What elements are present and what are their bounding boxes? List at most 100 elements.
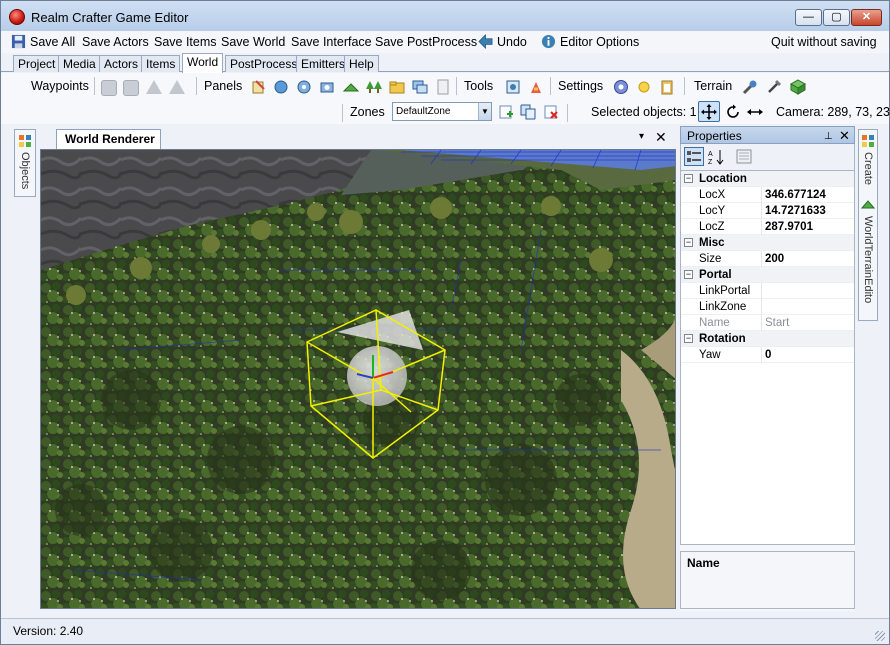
terrain-brush-icon[interactable] [742,79,758,95]
properties-close-icon[interactable]: ✕ [839,127,850,145]
collapse-icon[interactable]: − [684,174,693,183]
sort-alphabetical-icon[interactable]: AZ [708,149,726,165]
tab-media[interactable]: Media [58,55,101,72]
collapse-icon[interactable]: − [684,238,693,247]
waypoint-link-icon[interactable] [146,80,162,94]
world-toolbar: Waypoints Panels Tools Settings Terrain [1,73,889,100]
tab-items[interactable]: Items [141,55,181,72]
property-value[interactable]: 346.677124 [765,187,826,203]
categorized-view-button[interactable] [684,147,704,166]
property-row[interactable]: Size 200 [681,251,854,267]
property-value[interactable]: 0 [765,347,771,363]
settings-gear-icon[interactable] [613,79,629,95]
svg-text:Z: Z [708,159,713,165]
terrain-label: Terrain [694,79,733,93]
property-row[interactable]: LocX 346.677124 [681,187,854,203]
panel-trees-icon[interactable] [366,79,382,95]
panel-camera-icon[interactable] [319,79,335,95]
properties-panel: Properties ⊥ ✕ AZ − Location LocX 346.67712… [680,126,855,611]
add-zone-icon[interactable] [498,104,514,120]
objects-panel-tab[interactable]: Objects [14,129,36,197]
create-tab[interactable]: Create [862,152,874,185]
column-divider [761,251,762,267]
rotate-gizmo-icon[interactable] [725,104,741,120]
panel-terrain-icon[interactable] [343,79,359,95]
tab-emitters[interactable]: Emitters [296,55,351,72]
delete-zone-icon[interactable] [543,104,559,120]
save-interface-button[interactable]: Save Interface [291,33,372,51]
property-row[interactable]: LocZ 287.9701 [681,219,854,235]
panel-folder-icon[interactable] [389,79,405,95]
collapse-icon[interactable]: − [684,270,693,279]
property-row[interactable]: Yaw 0 [681,347,854,363]
undo-button[interactable]: Undo [478,33,527,51]
property-value[interactable]: Start [765,315,789,331]
toolbar-separator [567,104,568,122]
minimize-button[interactable]: — [795,9,822,26]
terrain-cube-icon[interactable] [790,79,806,95]
maximize-button[interactable]: ▢ [823,9,850,26]
close-window-button[interactable]: ✕ [851,9,882,26]
property-value[interactable]: 14.7271633 [765,203,826,219]
world-renderer-tab[interactable]: World Renderer [56,129,161,149]
waypoint-unlink-icon[interactable] [169,80,185,94]
terrain-tool-icon[interactable] [766,79,782,95]
tab-help[interactable]: Help [344,55,379,72]
settings-sun-icon[interactable] [636,79,652,95]
property-category[interactable]: − Portal [681,267,854,283]
property-category[interactable]: − Location [681,171,854,187]
tab-project[interactable]: Project [13,55,61,72]
world-terrain-editor-tab[interactable]: WorldTerrainEdito [862,216,874,303]
tool-script-icon[interactable] [505,79,521,95]
property-value[interactable]: 287.9701 [765,219,813,235]
property-row[interactable]: Name Start [681,315,854,331]
collapse-icon[interactable]: − [684,334,693,343]
property-category[interactable]: − Misc [681,235,854,251]
save-all-button[interactable]: Save All [11,33,75,51]
property-row[interactable]: LocY 14.7271633 [681,203,854,219]
panel-document-icon[interactable] [435,79,451,95]
save-items-button[interactable]: Save Items [154,33,217,51]
chevron-down-icon: ▼ [478,103,491,120]
world-render-viewport[interactable] [40,149,676,609]
document-close-icon[interactable]: ✕ [655,129,667,146]
editor-options-button[interactable]: Editor Options [541,33,639,51]
waypoint-add-icon[interactable] [101,80,117,96]
property-description: Name [680,551,855,609]
property-row[interactable]: LinkZone [681,299,854,315]
column-divider [761,299,762,315]
property-value[interactable]: 200 [765,251,784,267]
property-name: LinkZone [699,301,747,313]
property-category[interactable]: − Rotation [681,331,854,347]
status-bar: Version: 2.40 [1,618,889,644]
settings-clipboard-icon[interactable] [659,79,675,95]
zone-select[interactable]: DefaultZone ▼ [392,102,492,121]
property-name: Size [699,253,722,265]
category-label: Location [699,173,747,185]
panel-sphere-icon[interactable] [273,79,289,95]
save-world-button[interactable]: Save World [221,33,285,51]
copy-zone-icon[interactable] [520,104,536,120]
property-pages-icon[interactable] [736,149,752,164]
right-dock-strip: Create WorldTerrainEdito [858,129,878,321]
quit-without-saving-button[interactable]: Quit without saving [771,33,877,51]
zones-label: Zones [350,105,385,119]
document-menu-chevron-icon[interactable]: ▾ [639,131,644,142]
tab-world[interactable]: World [182,53,224,73]
tool-paint-icon[interactable] [528,79,544,95]
panel-gear-icon[interactable] [296,79,312,95]
move-gizmo-button[interactable] [698,101,720,122]
resize-grip-icon[interactable] [875,631,885,641]
waypoint-remove-icon[interactable] [123,80,139,96]
tab-actors[interactable]: Actors [99,55,144,72]
panel-windows-icon[interactable] [412,79,428,95]
panel-scenery-icon[interactable] [251,79,267,95]
property-row[interactable]: LinkPortal [681,283,854,299]
save-postprocess-button[interactable]: Save PostProcess [375,33,477,51]
save-actors-button[interactable]: Save Actors [82,33,149,51]
property-name: LocX [699,189,726,201]
scale-gizmo-icon[interactable] [747,104,763,120]
categorized-icon [687,151,701,162]
tab-postprocess[interactable]: PostProcess [225,55,303,72]
properties-title: Properties [687,129,742,143]
